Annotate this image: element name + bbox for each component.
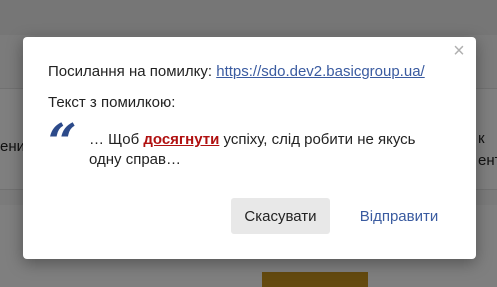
quote-text-before: … Щоб — [89, 131, 144, 148]
quote-icon: “ — [48, 112, 77, 171]
error-link-label: Посилання на помилку: — [48, 63, 217, 80]
cancel-button[interactable]: Скасувати — [231, 198, 330, 234]
error-link-row: Посилання на помилку: https://sdo.dev2.b… — [48, 63, 448, 80]
quote-highlight: досягнути — [143, 131, 220, 148]
error-report-dialog: × Посилання на помилку: https://sdo.dev2… — [23, 37, 476, 259]
send-button[interactable]: Відправити — [349, 198, 449, 234]
error-link[interactable]: https://sdo.dev2.basicgroup.ua/ — [216, 63, 424, 80]
page: ени к ент × Посилання на помилку: https:… — [0, 0, 497, 287]
error-quote: … Щоб досягнути успіху, слід робити не я… — [89, 130, 449, 170]
close-icon[interactable]: × — [451, 41, 467, 61]
error-text-label: Текст з помилкою: — [48, 94, 176, 111]
